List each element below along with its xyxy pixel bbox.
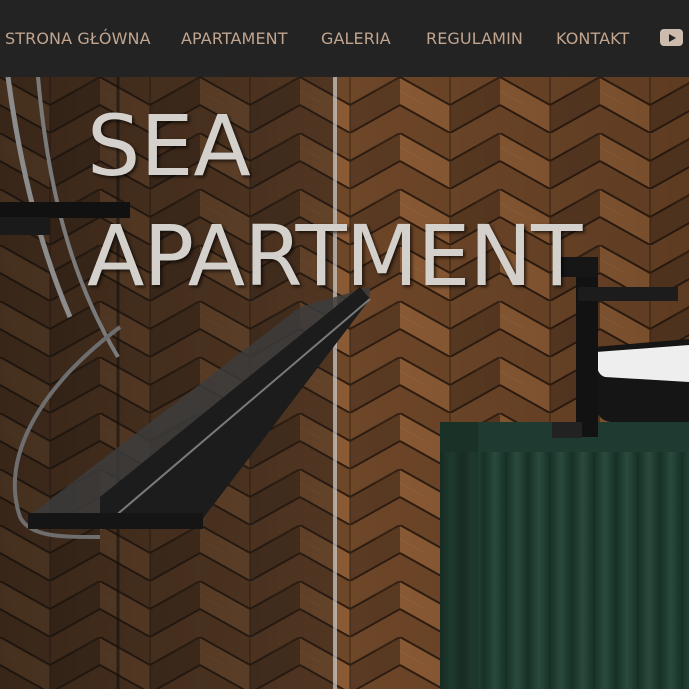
nav-item-home[interactable]: STRONA GŁÓWNA [5,29,151,48]
hero-title-line-2: APARTMENT [87,207,582,305]
nav-item-contact[interactable]: KONTAKT [556,29,629,48]
hero-title-line-1: SEA [87,97,251,195]
nav-item-gallery[interactable]: GALERIA [321,29,391,48]
nav-item-apartment[interactable]: APARTAMENT [181,29,288,48]
hero-section: SEA [0,77,689,689]
youtube-icon[interactable] [660,29,683,46]
nav-item-rules[interactable]: REGULAMIN [426,29,523,48]
top-navigation: STRONA GŁÓWNA APARTAMENT GALERIA REGULAM… [0,0,689,77]
